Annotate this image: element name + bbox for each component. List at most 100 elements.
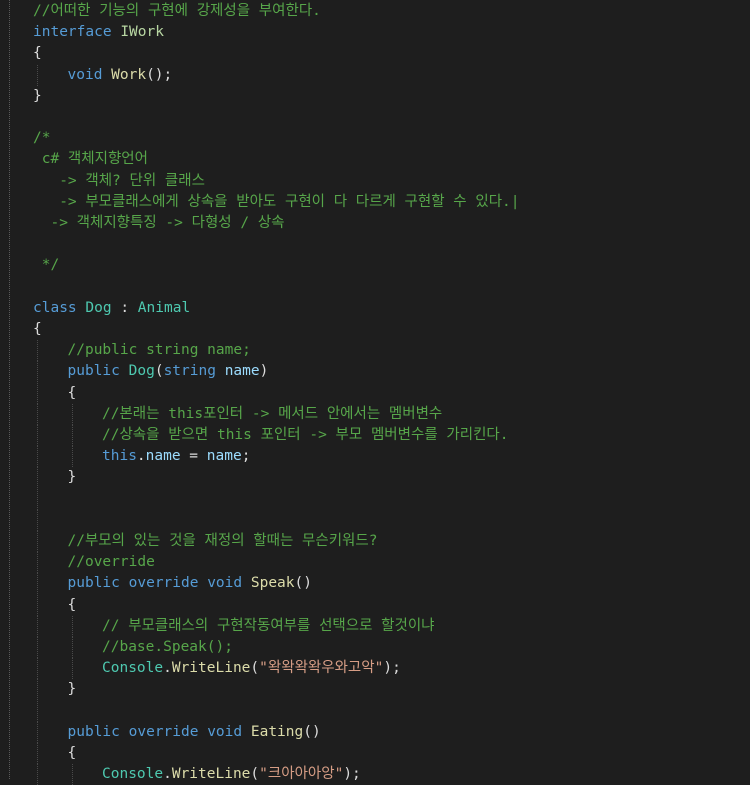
- indent-guide: [71, 446, 73, 468]
- code-token: {: [67, 384, 77, 401]
- code-line[interactable]: //상속을 받으면 this 포인터 -> 부모 멤버변수를 가리킨다.: [0, 425, 750, 446]
- code-token: //본래는 this포인터 -> 메서드 안에서는 멤버변수: [102, 405, 443, 422]
- code-token: -> 객체지향특징 -> 다형성 / 상속: [33, 215, 285, 231]
- indent-guide: [37, 679, 38, 701]
- code-line[interactable]: public override void Speak(): [0, 573, 750, 595]
- code-token: .: [163, 766, 172, 783]
- code-token: //어떠한 기능의 구현에 강제성을 부여한다.: [33, 3, 321, 19]
- code-token: Console: [102, 660, 164, 677]
- code-line[interactable]: {: [0, 594, 750, 616]
- code-text: */: [33, 255, 59, 276]
- code-token: }: [67, 681, 77, 698]
- code-line[interactable]: Console.WriteLine("왁왁왁왁우와고악");: [0, 658, 750, 680]
- code-token: // 부모클래스의 구현작동여부를 선택으로 할것이냐: [102, 617, 435, 634]
- code-token: Eating: [250, 723, 304, 740]
- code-line[interactable]: Console.WriteLine("크아아아앙");: [0, 764, 750, 785]
- code-line[interactable]: [0, 234, 750, 255]
- indent-guide: [37, 573, 38, 595]
- code-line[interactable]: //어떠한 기능의 구현에 강제성을 부여한다.: [0, 1, 750, 22]
- indent-guide: [37, 743, 38, 764]
- code-text: //public string name;: [68, 340, 251, 361]
- code-line[interactable]: -> 객체? 단위 클래스: [0, 171, 750, 192]
- code-line[interactable]: }: [0, 679, 750, 701]
- code-text: void Work();: [68, 65, 173, 86]
- code-token: (: [250, 766, 260, 783]
- indent-guide: [37, 764, 38, 785]
- code-token: (: [250, 660, 260, 677]
- code-text: {: [33, 319, 42, 340]
- code-line[interactable]: {: [0, 743, 750, 764]
- code-token: name: [145, 448, 181, 465]
- indent-guide: [71, 658, 73, 680]
- indent-guide: [37, 403, 38, 425]
- code-editor[interactable]: //어떠한 기능의 구현에 강제성을 부여한다. interface IWork {…: [0, 0, 750, 785]
- code-token: name: [206, 448, 242, 465]
- code-text: //상속을 받으면 this 포인터 -> 부모 멤버변수를 가리킨다.: [102, 425, 508, 446]
- indent-guide: [37, 637, 38, 658]
- code-token: "왁왁왁왁우와고악": [259, 660, 384, 677]
- code-token: {: [33, 45, 42, 62]
- code-token: */: [33, 257, 60, 274]
- code-line[interactable]: [0, 488, 750, 510]
- code-token: }: [67, 469, 77, 486]
- code-line[interactable]: c# 객체지향언어: [0, 149, 750, 170]
- code-line[interactable]: /*: [0, 128, 750, 149]
- code-token: Console: [102, 766, 164, 783]
- code-token: (): [294, 575, 312, 592]
- code-line[interactable]: // 부모클래스의 구현작동여부를 선택으로 할것이냐: [0, 615, 750, 637]
- code-line[interactable]: -> 부모클래스에게 상속을 받아도 구현이 다 다르게 구현할 수 있다.|: [0, 192, 750, 213]
- code-line[interactable]: }: [0, 86, 750, 107]
- indent-guide: [37, 382, 38, 404]
- code-token: WriteLine: [171, 766, 251, 783]
- code-text: //어떠한 기능의 구현에 강제성을 부여한다.: [33, 1, 321, 22]
- code-text: }: [68, 467, 77, 488]
- code-line[interactable]: interface IWork: [0, 22, 750, 43]
- code-line[interactable]: //base.Speak();: [0, 637, 750, 658]
- code-line[interactable]: //부모의 있는 것을 재정의 할때는 무슨키워드?: [0, 531, 750, 552]
- code-text: //base.Speak();: [102, 637, 233, 658]
- code-line[interactable]: [0, 700, 750, 722]
- code-text: -> 객체? 단위 클래스: [33, 171, 205, 192]
- code-line[interactable]: //public string name;: [0, 340, 750, 362]
- code-line[interactable]: [0, 509, 750, 531]
- code-token: ();: [146, 66, 173, 83]
- code-line[interactable]: */: [0, 255, 750, 276]
- indent-guide: [37, 425, 38, 446]
- code-token: WriteLine: [171, 660, 251, 677]
- code-token: void: [207, 575, 243, 592]
- code-line[interactable]: this.name = name;: [0, 446, 750, 468]
- code-line[interactable]: //본래는 this포인터 -> 메서드 안에서는 멤버변수: [0, 403, 750, 425]
- code-line[interactable]: {: [0, 382, 750, 404]
- indent-guide: [71, 615, 73, 637]
- code-line[interactable]: [0, 107, 750, 128]
- indent-guide: [37, 700, 38, 722]
- code-line[interactable]: void Work();: [0, 64, 750, 86]
- code-line[interactable]: }: [0, 467, 750, 489]
- code-token: :: [111, 299, 138, 316]
- code-token: "크아아아앙": [259, 766, 344, 783]
- code-token: public: [67, 723, 120, 740]
- code-line[interactable]: [0, 277, 750, 298]
- code-line[interactable]: {: [0, 319, 750, 340]
- code-token: Work: [111, 66, 147, 83]
- code-line[interactable]: class Dog : Animal: [0, 298, 750, 319]
- code-line[interactable]: //override: [0, 552, 750, 574]
- indent-guide: [37, 721, 38, 743]
- code-text: Console.WriteLine("왁왁왁왁우와고악");: [102, 658, 401, 679]
- code-text: //본래는 this포인터 -> 메서드 안에서는 멤버변수: [102, 404, 442, 425]
- code-token: /*: [33, 130, 51, 147]
- code-text: public override void Speak(): [68, 573, 312, 594]
- code-line[interactable]: public Dog(string name): [0, 361, 750, 383]
- code-line[interactable]: -> 객체지향특징 -> 다형성 / 상속: [0, 213, 750, 234]
- code-token: Dog: [85, 299, 112, 316]
- code-line[interactable]: {: [0, 43, 750, 64]
- code-token: string: [163, 363, 216, 380]
- code-line[interactable]: public override void Eating(): [0, 721, 750, 743]
- code-token: //base.Speak();: [102, 639, 233, 655]
